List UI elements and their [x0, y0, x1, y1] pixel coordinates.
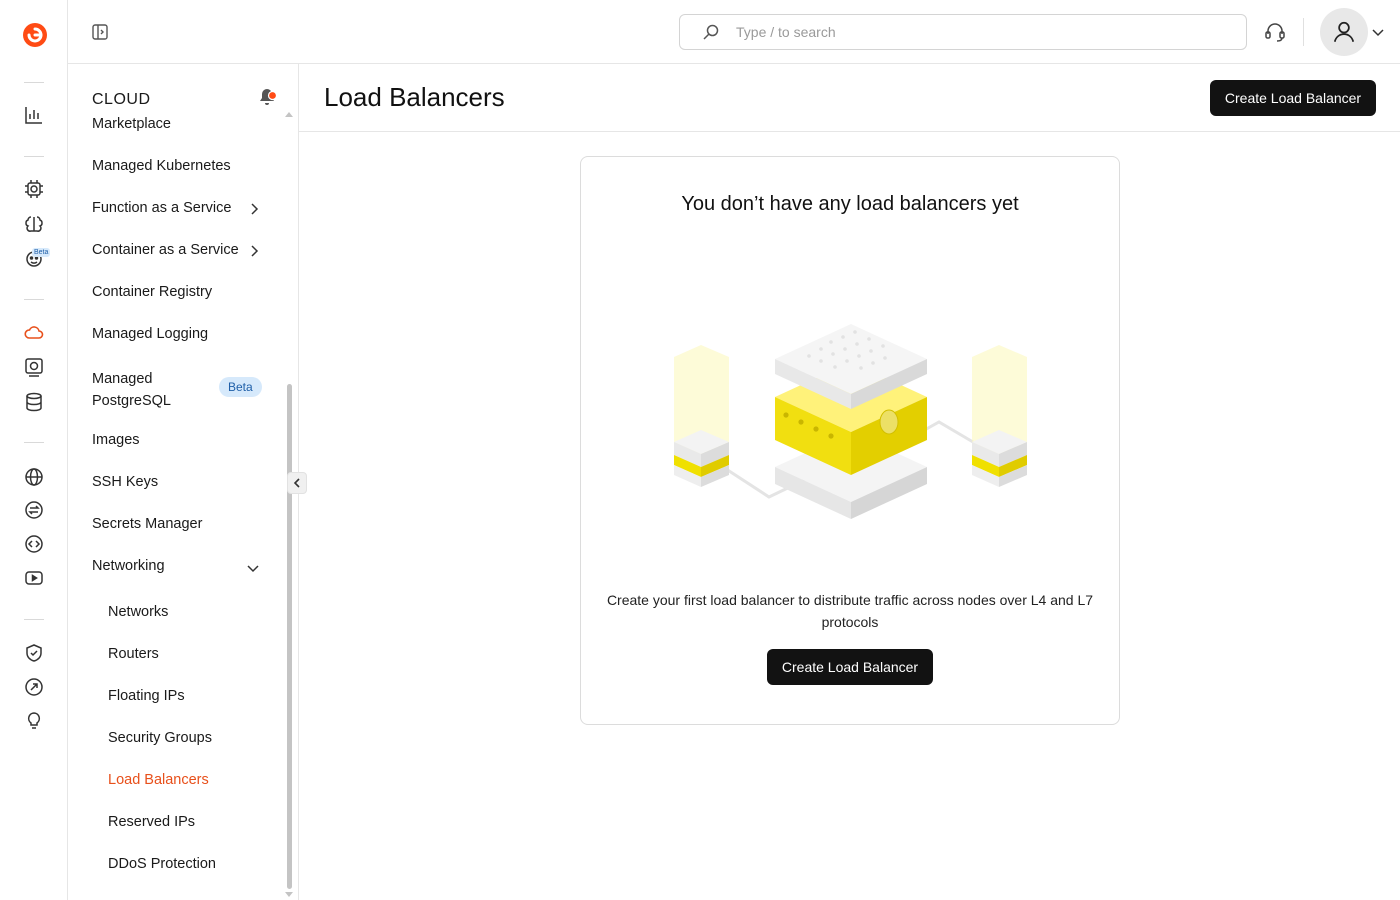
- sidebar-item-floating-ips[interactable]: Floating IPs: [108, 688, 185, 704]
- scroll-down-arrow[interactable]: [285, 892, 293, 897]
- create-load-balancer-button[interactable]: Create Load Balancer: [767, 649, 933, 685]
- rail-divider: [24, 442, 44, 443]
- sidebar-scrollbar[interactable]: [287, 384, 292, 889]
- code-icon[interactable]: [23, 533, 45, 555]
- page-title: Load Balancers: [324, 82, 505, 112]
- sidebar-item-ddos-protection[interactable]: DDoS Protection: [108, 856, 216, 872]
- chevron-left-icon: [293, 478, 300, 488]
- ideas-bulb-icon[interactable]: [23, 710, 45, 732]
- sidebar-item-managed-logging[interactable]: Managed Logging: [92, 326, 208, 342]
- logo-icon[interactable]: [21, 21, 49, 49]
- chevron-down-icon[interactable]: [1370, 24, 1386, 40]
- empty-state-card: You don’t have any load balancers yet Cr…: [580, 156, 1120, 725]
- create-load-balancer-button[interactable]: Create Load Balancer: [1210, 80, 1376, 116]
- search-input[interactable]: [736, 24, 1196, 40]
- ai-brain-icon[interactable]: [23, 213, 45, 235]
- sidebar-item-ssh-keys[interactable]: SSH Keys: [92, 474, 158, 490]
- collapse-sidebar-button[interactable]: [287, 472, 307, 494]
- cloud-icon[interactable]: [23, 322, 45, 344]
- sidebar-item-routers[interactable]: Routers: [108, 646, 159, 662]
- notification-bell-icon[interactable]: [256, 86, 278, 108]
- transfer-icon[interactable]: [23, 499, 45, 521]
- empty-state-title: You don’t have any load balancers yet: [681, 193, 1019, 215]
- sidebar-item-security-groups[interactable]: Security Groups: [108, 730, 212, 746]
- sidebar-item-container-registry[interactable]: Container Registry: [92, 284, 212, 300]
- sidebar-toggle-icon[interactable]: [90, 22, 110, 42]
- beta-badge: Beta: [219, 377, 262, 397]
- sidebar-item-reserved-ips[interactable]: Reserved IPs: [108, 814, 195, 830]
- rail-beta-badge: Beta: [32, 248, 51, 257]
- sidebar-item-managed-postgresql[interactable]: Managed PostgreSQL: [92, 368, 202, 412]
- sidebar-title: CLOUD: [92, 91, 151, 108]
- chevron-right-icon: [247, 202, 261, 216]
- load-balancer-illustration-icon: [674, 324, 1027, 519]
- sidebar-item-container-as-a-service[interactable]: Container as a Service: [92, 242, 239, 258]
- scroll-up-arrow[interactable]: [285, 112, 293, 117]
- sidebar-item-marketplace[interactable]: Marketplace: [92, 116, 171, 132]
- chevron-right-icon: [247, 244, 261, 258]
- search-icon: [702, 23, 720, 41]
- top-bar: [68, 0, 1400, 64]
- sidebar-item-networks[interactable]: Networks: [108, 604, 168, 620]
- sidebar-item-secrets-manager[interactable]: Secrets Manager: [92, 516, 202, 532]
- database-icon[interactable]: [23, 391, 45, 413]
- search-box[interactable]: [679, 14, 1247, 50]
- analytics-icon[interactable]: [23, 104, 45, 126]
- video-icon[interactable]: [23, 567, 45, 589]
- page-header: Load Balancers Create Load Balancer: [299, 64, 1400, 132]
- sidebar-item-images[interactable]: Images: [92, 432, 140, 448]
- icon-rail: Beta: [0, 0, 68, 900]
- gpu-chip-icon[interactable]: [23, 178, 45, 200]
- sidebar-item-managed-kubernetes[interactable]: Managed Kubernetes: [92, 158, 231, 174]
- bare-metal-icon[interactable]: [23, 356, 45, 378]
- sidebar-item-networking[interactable]: Networking: [92, 558, 165, 574]
- chevron-down-icon[interactable]: [246, 561, 260, 575]
- cdn-globe-icon[interactable]: [23, 466, 45, 488]
- sidebar-item-function-as-a-service[interactable]: Function as a Service: [92, 200, 231, 216]
- cloud-sidebar: CLOUD Marketplace Managed Kubernetes Fun…: [68, 64, 299, 900]
- migration-icon[interactable]: [23, 676, 45, 698]
- rail-divider: [24, 299, 44, 300]
- security-shield-icon[interactable]: [23, 642, 45, 664]
- avatar[interactable]: [1320, 8, 1368, 56]
- rail-divider: [24, 82, 44, 83]
- rail-divider: [24, 156, 44, 157]
- support-headset-icon[interactable]: [1263, 20, 1287, 44]
- topbar-divider: [1303, 18, 1304, 46]
- rail-divider: [24, 619, 44, 620]
- sidebar-item-load-balancers[interactable]: Load Balancers: [108, 772, 209, 788]
- app-root: Beta Type / to search CLOUD Marketplace …: [0, 0, 1400, 900]
- empty-state-description: Create your first load balancer to distr…: [606, 592, 1094, 630]
- user-icon: [1333, 21, 1355, 42]
